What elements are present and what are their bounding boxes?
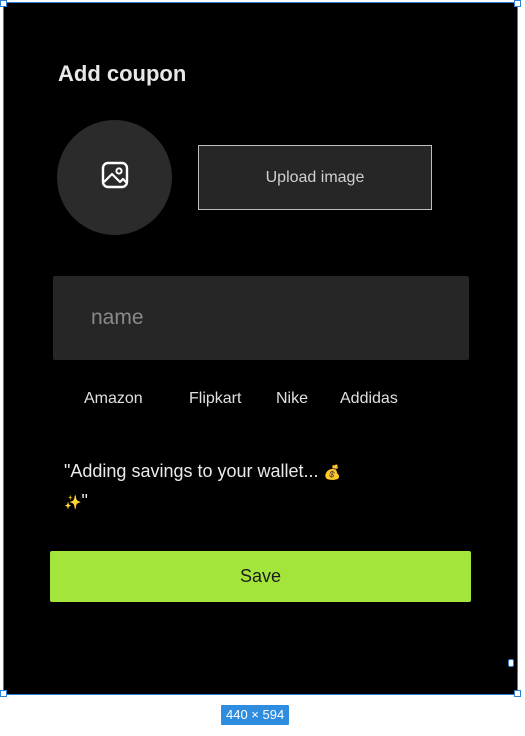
image-icon — [100, 160, 130, 195]
brand-chip-nike[interactable]: Nike — [276, 390, 308, 408]
scroll-handle[interactable] — [508, 659, 514, 667]
resize-handle-top-right[interactable] — [514, 0, 521, 7]
resize-handle-bottom-right[interactable] — [514, 690, 521, 697]
tagline-closing-quote: " — [81, 491, 88, 511]
resize-handle-bottom-left[interactable] — [0, 690, 7, 697]
page-title: Add coupon — [58, 61, 187, 86]
coupon-card-frame: Add coupon Upload image Amazon Flipkart … — [3, 2, 518, 695]
brand-chip-amazon[interactable]: Amazon — [84, 390, 143, 408]
name-input[interactable] — [53, 276, 469, 360]
upload-image-label: Upload image — [265, 168, 365, 186]
frame-size-badge: 440 × 594 — [221, 705, 290, 725]
resize-handle-top-left[interactable] — [0, 0, 7, 7]
brand-chip-addidas[interactable]: Addidas — [340, 390, 398, 408]
upload-image-button[interactable]: Upload image — [198, 145, 432, 210]
image-preview[interactable] — [57, 120, 172, 235]
money-bag-icon: 💰 — [323, 465, 341, 481]
brand-chip-flipkart[interactable]: Flipkart — [189, 390, 241, 408]
tagline-text: "Adding savings to your wallet... — [64, 461, 319, 481]
tagline: "Adding savings to your wallet... 💰 ✨" — [64, 457, 394, 517]
sparkles-icon: ✨ — [64, 495, 82, 511]
save-button[interactable]: Save — [50, 551, 471, 602]
